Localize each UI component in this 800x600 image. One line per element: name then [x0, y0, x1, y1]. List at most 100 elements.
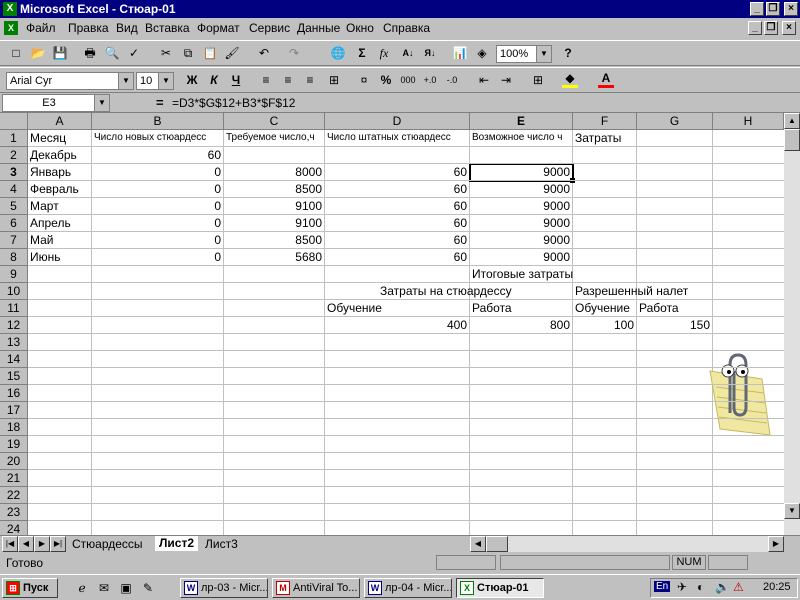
row-header-1[interactable]: 1	[0, 130, 28, 147]
align-right-icon[interactable]: ≡	[300, 71, 320, 89]
prev-sheet-icon[interactable]: ◀	[18, 536, 34, 552]
autosum-icon[interactable]: Σ	[352, 44, 372, 62]
increase-decimal-icon[interactable]: +.0	[420, 71, 440, 89]
channels-icon[interactable]: ✎	[138, 579, 158, 597]
h-scroll-thumb[interactable]	[486, 536, 508, 552]
cell-b6[interactable]: 0	[92, 215, 224, 231]
col-header-b[interactable]: B	[92, 113, 224, 130]
ie-icon[interactable]: ℯ	[72, 579, 92, 597]
menu-edit[interactable]: Правка	[68, 21, 109, 35]
minimize-button[interactable]: _	[750, 2, 764, 16]
cell-c6[interactable]: 9100	[224, 215, 325, 231]
hyperlink-icon[interactable]: 🌐	[328, 44, 348, 62]
chevron-down-icon[interactable]: ▼	[94, 95, 109, 111]
cell-c1[interactable]: Требуемое число,ч	[224, 130, 325, 146]
cell-e9[interactable]: Итоговые затраты	[470, 266, 573, 282]
row-header-16[interactable]: 16	[0, 385, 28, 402]
outlook-icon[interactable]: ✉	[94, 579, 114, 597]
cell-g12[interactable]: 150	[637, 317, 713, 333]
undo-icon[interactable]: ↶	[254, 44, 274, 62]
cell-a7[interactable]: Май	[28, 232, 92, 248]
cell-d11[interactable]: Обучение	[325, 300, 382, 316]
row-header-11[interactable]: 11	[0, 300, 28, 317]
menu-window[interactable]: Окно	[346, 21, 374, 35]
zoom-select[interactable]: 100% ▼	[496, 45, 552, 63]
cell-d3[interactable]: 60	[325, 164, 470, 180]
cell-g11[interactable]: Работа	[637, 300, 679, 316]
row-header-22[interactable]: 22	[0, 487, 28, 504]
cell-d4[interactable]: 60	[325, 181, 470, 197]
menu-tools[interactable]: Сервис	[249, 21, 290, 35]
row-header-19[interactable]: 19	[0, 436, 28, 453]
row-header-10[interactable]: 10	[0, 283, 28, 300]
underline-button[interactable]: Ч	[226, 71, 246, 89]
task-lr03[interactable]: W лр-03 - Micr...	[180, 578, 268, 598]
row-header-23[interactable]: 23	[0, 504, 28, 521]
horizontal-scrollbar[interactable]: ◀ ▶	[470, 536, 784, 552]
cell-b5[interactable]: 0	[92, 198, 224, 214]
cut-icon[interactable]: ✂	[156, 44, 176, 62]
maximize-button[interactable]: ❐	[766, 2, 780, 16]
cell-b8[interactable]: 0	[92, 249, 224, 265]
sort-ascending-icon[interactable]: A↓	[398, 44, 418, 62]
task-lr04[interactable]: W лр-04 - Micr...	[364, 578, 452, 598]
cell-e12[interactable]: 800	[470, 317, 573, 333]
cell-e1[interactable]: Возможное число ч	[470, 130, 573, 146]
scroll-thumb[interactable]	[784, 129, 800, 151]
formula-input[interactable]: =D3*$G$12+B3*$F$12	[172, 96, 295, 110]
cell-d6[interactable]: 60	[325, 215, 470, 231]
col-header-g[interactable]: G	[637, 113, 713, 130]
print-preview-icon[interactable]: 🔍	[102, 44, 122, 62]
cell-d8[interactable]: 60	[325, 249, 470, 265]
row-header-18[interactable]: 18	[0, 419, 28, 436]
help-icon[interactable]: ?	[558, 44, 578, 62]
first-sheet-icon[interactable]: |◀	[2, 536, 18, 552]
cell-f11[interactable]: Обучение	[573, 300, 630, 316]
font-select[interactable]: Arial Cyr ▼	[6, 72, 134, 90]
fill-color-icon[interactable]: ◆	[560, 71, 580, 89]
cell-b3[interactable]: 0	[92, 164, 224, 180]
align-left-icon[interactable]: ≡	[256, 71, 276, 89]
spreadsheet-grid[interactable]: A B C D E F G H Месяц Число новых стюард…	[0, 113, 784, 535]
cell-e7[interactable]: 9000	[470, 232, 573, 248]
row-header-24[interactable]: 24	[0, 521, 28, 535]
row-header-14[interactable]: 14	[0, 351, 28, 368]
scroll-right-icon[interactable]: ▶	[768, 536, 784, 552]
language-indicator[interactable]: En	[654, 581, 671, 592]
row-header-13[interactable]: 13	[0, 334, 28, 351]
copy-icon[interactable]: ⧉	[178, 44, 198, 62]
cell-e4[interactable]: 9000	[470, 181, 573, 197]
tab-лист3[interactable]: Лист3	[205, 537, 238, 551]
cell-d5[interactable]: 60	[325, 198, 470, 214]
chart-wizard-icon[interactable]: 📊	[450, 44, 470, 62]
row-header-4[interactable]: 4	[0, 181, 28, 198]
desktop-icon[interactable]: ▣	[116, 579, 136, 597]
col-header-c[interactable]: C	[224, 113, 325, 130]
scroll-up-icon[interactable]: ▲	[784, 113, 800, 129]
doc-restore-button[interactable]: ❐	[764, 21, 778, 35]
cell-a5[interactable]: Март	[28, 198, 92, 214]
task-styuar01[interactable]: X Стюар-01	[456, 578, 544, 598]
row-header-3[interactable]: 3	[0, 164, 28, 181]
cell-a6[interactable]: Апрель	[28, 215, 92, 231]
row-header-6[interactable]: 6	[0, 215, 28, 232]
row-header-15[interactable]: 15	[0, 368, 28, 385]
new-icon[interactable]: □	[6, 44, 26, 62]
cell-f12[interactable]: 100	[573, 317, 637, 333]
increase-indent-icon[interactable]: ⇥	[496, 71, 516, 89]
redo-icon[interactable]: ↷	[284, 44, 304, 62]
cell-f1[interactable]: Затраты	[573, 130, 637, 146]
col-header-h[interactable]: H	[713, 113, 784, 130]
decrease-decimal-icon[interactable]: -.0	[442, 71, 462, 89]
row-header-5[interactable]: 5	[0, 198, 28, 215]
tray-icon-3[interactable]: ⚠	[733, 580, 744, 594]
row-header-8[interactable]: 8	[0, 249, 28, 266]
cell-c4[interactable]: 8500	[224, 181, 325, 197]
format-painter-icon[interactable]: 🖌	[222, 44, 242, 62]
cell-b4[interactable]: 0	[92, 181, 224, 197]
spelling-icon[interactable]: ✓	[124, 44, 144, 62]
cell-b7[interactable]: 0	[92, 232, 224, 248]
menu-file[interactable]: Файл	[26, 21, 56, 35]
decrease-indent-icon[interactable]: ⇤	[474, 71, 494, 89]
sort-descending-icon[interactable]: Я↓	[420, 44, 440, 62]
